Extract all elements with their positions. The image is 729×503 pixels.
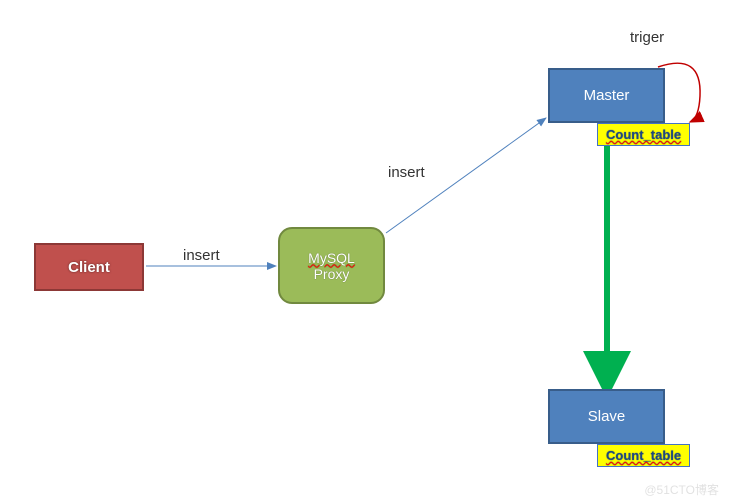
- client-node: Client: [34, 243, 144, 291]
- master-label: Master: [584, 87, 630, 104]
- count-table-master: Count_table: [597, 123, 690, 146]
- edge-label-insert-2: insert: [388, 164, 425, 181]
- master-node: Master: [548, 68, 665, 123]
- watermark-text: @51CTO博客: [644, 481, 719, 498]
- slave-node: Slave: [548, 389, 665, 444]
- count-table-slave: Count_table: [597, 444, 690, 467]
- proxy-label-2: Proxy: [314, 266, 350, 282]
- proxy-label-1: MySQL: [308, 250, 355, 266]
- count-table-label-2: Count_table: [606, 448, 681, 463]
- trigger-label: triger: [630, 29, 664, 46]
- client-label: Client: [68, 259, 110, 276]
- edge-label-insert-1: insert: [183, 247, 220, 264]
- count-table-label-1: Count_table: [606, 127, 681, 142]
- slave-label: Slave: [588, 408, 626, 425]
- mysql-proxy-node: MySQL Proxy: [278, 227, 385, 304]
